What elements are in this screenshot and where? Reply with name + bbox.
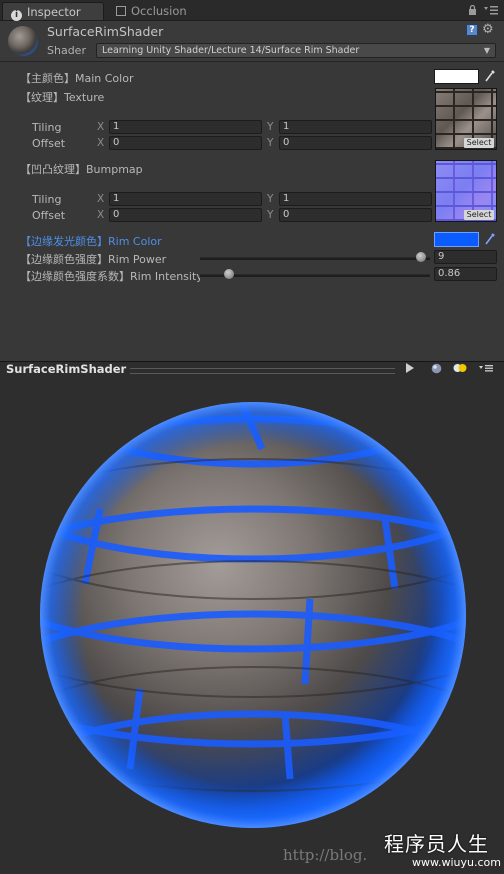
texture-label: 【纹理】Texture [20,91,105,104]
tab-inspector-label: Inspector [27,5,81,19]
rim-power-slider-track[interactable] [200,257,430,260]
sphere-icon[interactable] [426,363,446,376]
bumpmap-select-button[interactable]: Select [464,210,494,220]
material-preview[interactable] [0,379,504,874]
rim-eyedropper-icon[interactable] [484,232,496,246]
settings-gear-icon[interactable]: ⚙ [482,23,494,36]
texture-offset-x-field[interactable]: 0 [109,136,262,150]
occlusion-icon [116,6,126,16]
texture-offset-label: Offset [32,137,66,150]
tab-occlusion-label: Occlusion [131,4,187,18]
preview-drag-handle[interactable] [130,368,395,374]
main-color-swatch[interactable] [434,69,479,84]
bumpmap-offset-x-label: X [97,209,105,221]
bumpmap-tiling-label: Tiling [32,193,62,206]
bumpmap-offset-x-field[interactable]: 0 [109,208,262,222]
texture-tiling-label: Tiling [32,121,62,134]
preview-sphere [40,402,466,828]
bumpmap-tiling-y-label: Y [267,193,274,205]
chevron-down-icon: ▼ [483,46,490,55]
rim-power-slider-thumb[interactable] [415,252,426,262]
texture-offset-y-field[interactable]: 0 [279,136,432,150]
rim-color-label: 【边缘发光颜色】Rim Color [20,235,162,248]
bumpmap-label: 【凹凸纹理】Bumpmap [20,163,143,176]
material-thumbnail [8,26,38,56]
tab-menu-icon[interactable] [484,5,498,15]
texture-tiling-x-label: X [97,121,105,133]
play-icon[interactable] [400,363,420,376]
main-color-label: 【主颜色】Main Color [20,72,134,85]
texture-offset-y-label: Y [267,137,274,149]
rim-power-field[interactable]: 9 [434,250,497,264]
bumpmap-offset-y-field[interactable]: 0 [279,208,432,222]
texture-offset-x-label: X [97,137,105,149]
rim-intensity-slider-thumb[interactable] [224,269,235,279]
rim-color-swatch[interactable] [434,232,479,247]
shader-label: Shader [47,44,86,57]
rim-intensity-field[interactable]: 0.86 [434,267,497,281]
texture-tiling-y-field[interactable]: 1 [279,120,432,134]
rim-intensity-slider-track[interactable] [200,274,430,277]
menu-icon[interactable] [474,363,498,376]
rim-power-label: 【边缘颜色强度】Rim Power [20,253,167,266]
watermark-site: www.wiuyu.com [412,856,501,869]
help-icon[interactable]: ? [466,24,478,36]
material-title: SurfaceRimShader [47,24,164,39]
bumpmap-slot[interactable]: Select [435,160,497,222]
preview-title: SurfaceRimShader [6,362,127,376]
shader-dropdown[interactable]: Learning Unity Shader/Lecture 14/Surface… [96,43,496,58]
light-icon[interactable] [450,363,470,376]
shader-dropdown-value: Learning Unity Shader/Lecture 14/Surface… [102,45,360,56]
watermark-brand: 程序员人生 [384,832,489,856]
bumpmap-tiling-y-field[interactable]: 1 [279,192,432,206]
lock-icon[interactable] [468,4,477,15]
rim-intensity-label: 【边缘颜色强度系数】Rim Intensity [20,270,200,283]
tab-occlusion[interactable]: Occlusion [108,2,208,20]
info-icon: i [11,10,22,21]
bumpmap-tiling-x-label: X [97,193,105,205]
watermark-url: http://blog. [283,846,368,864]
bumpmap-offset-label: Offset [32,209,66,222]
texture-slot[interactable]: Select [435,88,497,150]
bumpmap-offset-y-label: Y [267,209,274,221]
tab-inspector[interactable]: i Inspector [2,2,104,21]
eyedropper-icon[interactable] [484,69,496,83]
texture-tiling-x-field[interactable]: 1 [109,120,262,134]
texture-select-button[interactable]: Select [464,138,494,148]
texture-tiling-y-label: Y [267,121,274,133]
bumpmap-tiling-x-field[interactable]: 1 [109,192,262,206]
